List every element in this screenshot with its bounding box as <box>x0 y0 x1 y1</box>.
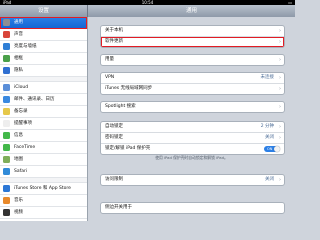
sidebar-item-reminders[interactable]: 提醒事项 <box>0 118 87 130</box>
cover-lock-toggle[interactable]: ON <box>264 146 280 152</box>
row-label: 密码锁定 <box>105 135 123 140</box>
map-icon <box>3 156 10 163</box>
row-value: 关闭 <box>265 135 274 140</box>
row-value: 2 分钟 <box>260 124 274 129</box>
chevron-right-icon: › <box>279 124 281 130</box>
sidebar-item-label: 备忘录 <box>14 109 28 114</box>
sidebar-item-general[interactable]: 通用 <box>0 17 87 29</box>
sidebar-item-label: 声音 <box>14 32 23 37</box>
sidebar-item-brightness[interactable]: 亮度与墙纸 <box>0 41 87 53</box>
hand-icon <box>3 67 10 74</box>
sidebar-item-notes[interactable]: 备忘录 <box>0 106 87 118</box>
sidebar-item-icloud[interactable]: iCloud <box>0 82 87 94</box>
sidebar-item-music[interactable]: 音乐 <box>0 195 87 207</box>
sidebar-item-label: 提醒事项 <box>14 121 32 126</box>
checklist-icon <box>3 120 10 127</box>
row-label: 用量 <box>105 57 114 62</box>
settings-group-usage: 用量 › <box>100 54 285 66</box>
notes-icon <box>3 108 10 115</box>
settings-group-about: 关于本机 › 软件更新 › <box>100 25 285 48</box>
page-title: 通用 <box>88 5 295 17</box>
sidebar-item-label: 隐私 <box>14 68 23 73</box>
row-label: 侧边开关用于 <box>105 205 132 210</box>
picture-frame-icon <box>3 55 10 62</box>
row-label: 访问限制 <box>105 177 123 182</box>
gear-icon <box>3 19 10 26</box>
row-restrictions[interactable]: 访问限制 关闭 › <box>101 175 284 185</box>
row-label: 锁定/解锁 iPad 保护壳 <box>105 146 151 151</box>
sidebar-item-label: Safari <box>14 169 28 174</box>
sidebar-item-messages[interactable]: 信息 <box>0 130 87 142</box>
sidebar-item-label: 视频 <box>14 210 23 215</box>
row-itunes-wifi-sync[interactable]: iTunes 无线局域网同步 › <box>101 84 284 94</box>
sidebar-item-label: 通用 <box>14 20 23 25</box>
sidebar-item-label: 邮件、通讯录、日历 <box>14 97 55 102</box>
row-side-switch[interactable]: 侧边开关用于 <box>101 203 284 213</box>
row-spotlight-search[interactable]: Spotlight 搜索 › <box>101 102 284 112</box>
chevron-right-icon: › <box>279 104 281 110</box>
general-settings-panel: 关于本机 › 软件更新 › 用量 › VPN 未连接 › iTunes 无线局域网同步 › … <box>88 17 295 221</box>
settings-sidebar: 通用 声音 亮度与墙纸 相框 隐私 iCloud 邮件、通讯录、日历 备忘录 提… <box>0 17 88 221</box>
chevron-right-icon: › <box>279 57 281 63</box>
sidebar-title: 设置 <box>0 5 88 17</box>
settings-group-lock: 自动锁定 2 分钟 › 密码锁定 关闭 › 锁定/解锁 iPad 保护壳 ON <box>100 121 285 155</box>
sidebar-item-picture-frame[interactable]: 相框 <box>0 53 87 65</box>
sidebar-item-label: 地图 <box>14 157 23 162</box>
row-auto-lock[interactable]: 自动锁定 2 分钟 › <box>101 122 284 133</box>
sidebar-item-privacy[interactable]: 隐私 <box>0 65 87 77</box>
row-software-update[interactable]: 软件更新 › <box>101 37 284 47</box>
mail-icon <box>3 96 10 103</box>
row-label: 关于本机 <box>105 28 123 33</box>
row-value: 未连接 <box>260 75 275 80</box>
video-icon <box>3 209 10 216</box>
settings-group-spotlight: Spotlight 搜索 › <box>100 101 285 113</box>
row-passcode-lock[interactable]: 密码锁定 关闭 › <box>101 133 284 144</box>
chevron-right-icon: › <box>279 177 281 183</box>
sidebar-item-itunes-app-store[interactable]: iTunes Store 和 App Store <box>0 183 87 195</box>
chevron-right-icon: › <box>279 28 281 34</box>
chevron-right-icon: › <box>279 39 281 45</box>
sidebar-item-mail[interactable]: 邮件、通讯录、日历 <box>0 94 87 106</box>
row-usage[interactable]: 用量 › <box>101 55 284 65</box>
sidebar-item-label: FaceTime <box>14 145 36 150</box>
sidebar-item-label: 音乐 <box>14 198 23 203</box>
sidebar-item-videos[interactable]: 视频 <box>0 207 87 219</box>
sidebar-item-sounds[interactable]: 声音 <box>0 29 87 41</box>
sidebar-item-maps[interactable]: 地图 <box>0 154 87 166</box>
settings-group-network: VPN 未连接 › iTunes 无线局域网同步 › <box>100 72 285 95</box>
sidebar-item-label: 亮度与墙纸 <box>14 44 37 49</box>
sidebar-item-label: iCloud <box>14 85 29 90</box>
music-icon <box>3 197 10 204</box>
app-store-icon <box>3 185 10 192</box>
row-value: 关闭 <box>265 177 274 182</box>
speaker-icon <box>3 31 10 38</box>
chevron-right-icon: › <box>279 86 281 92</box>
cover-lock-note: 使用 iPad 保护壳时自动锁定和解锁 iPad。 <box>155 155 228 160</box>
cloud-icon <box>3 84 10 91</box>
row-ipad-cover-lock: 锁定/解锁 iPad 保护壳 ON <box>101 144 284 154</box>
message-icon <box>3 132 10 139</box>
chevron-right-icon: › <box>279 135 281 141</box>
sidebar-item-safari[interactable]: Safari <box>0 166 87 178</box>
row-label: VPN <box>105 75 115 80</box>
sidebar-item-label: 信息 <box>14 133 23 138</box>
row-about[interactable]: 关于本机 › <box>101 26 284 37</box>
sun-icon <box>3 43 10 50</box>
row-label: 软件更新 <box>105 39 123 44</box>
sidebar-item-facetime[interactable]: FaceTime <box>0 142 87 154</box>
sidebar-item-label: iTunes Store 和 App Store <box>14 186 71 191</box>
row-label: Spotlight 搜索 <box>105 104 136 109</box>
compass-icon <box>3 168 10 175</box>
video-icon <box>3 144 10 151</box>
sidebar-item-label: 相框 <box>14 56 23 61</box>
settings-group-restrictions: 访问限制 关闭 › <box>100 174 285 186</box>
row-label: iTunes 无线局域网同步 <box>105 86 153 91</box>
row-vpn[interactable]: VPN 未连接 › <box>101 73 284 84</box>
chevron-right-icon: › <box>279 75 281 81</box>
settings-group-side-switch: 侧边开关用于 <box>100 202 285 214</box>
row-label: 自动锁定 <box>105 124 123 129</box>
